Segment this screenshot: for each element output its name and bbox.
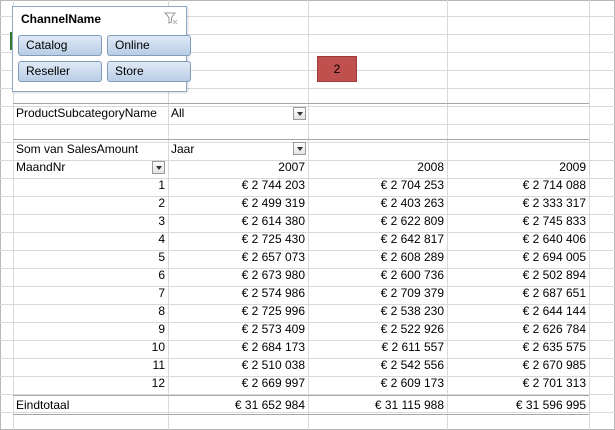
- clear-filter-icon[interactable]: [164, 11, 178, 25]
- sales-value: € 2 642 817: [380, 232, 444, 246]
- sales-value: € 2 510 038: [241, 358, 305, 372]
- sales-value: € 2 714 088: [522, 178, 586, 192]
- sales-value: € 2 626 784: [522, 322, 586, 336]
- report-filter-field: ProductSubcategoryName: [16, 106, 157, 120]
- month-number: 6: [158, 268, 165, 282]
- marker-box: 2: [317, 56, 357, 82]
- channel-slicer[interactable]: ChannelName Catalog Online Reseller Stor…: [12, 6, 191, 92]
- month-number: 8: [158, 304, 165, 318]
- month-number: 1: [158, 178, 165, 192]
- sales-value: € 2 403 263: [380, 196, 444, 210]
- slicer-item-catalog[interactable]: Catalog: [18, 35, 102, 56]
- sales-value: € 2 694 005: [522, 250, 586, 264]
- sales-value: € 2 522 926: [380, 322, 444, 336]
- sales-value: € 2 669 997: [241, 376, 305, 390]
- sales-value: € 2 709 379: [380, 286, 444, 300]
- sales-value: € 2 744 203: [241, 178, 305, 192]
- slicer-title: ChannelName: [21, 12, 102, 26]
- sales-value: € 2 614 380: [241, 214, 305, 228]
- month-number: 9: [158, 322, 165, 336]
- grand-total-value: € 31 596 995: [515, 398, 586, 412]
- month-number: 12: [151, 376, 165, 390]
- sales-value: € 2 704 253: [380, 178, 444, 192]
- sales-value: € 2 608 289: [380, 250, 444, 264]
- sales-value: € 2 611 557: [381, 340, 444, 354]
- sales-value: € 2 640 406: [522, 232, 586, 246]
- month-number: 7: [158, 286, 165, 300]
- slicer-item-reseller[interactable]: Reseller: [18, 61, 102, 82]
- sales-value: € 2 609 173: [380, 376, 444, 390]
- sales-value: € 2 622 809: [380, 214, 444, 228]
- slicer-item-online[interactable]: Online: [107, 35, 191, 56]
- sales-value: € 2 670 985: [522, 358, 586, 372]
- sales-value: € 2 542 556: [380, 358, 444, 372]
- year-header: 2007: [278, 160, 305, 174]
- month-number: 4: [158, 232, 165, 246]
- month-number: 11: [152, 358, 165, 372]
- sales-value: € 2 333 317: [522, 196, 586, 210]
- sales-value: € 2 644 144: [522, 304, 586, 318]
- sales-value: € 2 673 980: [241, 268, 305, 282]
- month-number: 2: [158, 196, 165, 210]
- sales-value: € 2 499 319: [241, 196, 305, 210]
- sales-value: € 2 725 996: [241, 304, 305, 318]
- sales-value: € 2 745 833: [522, 214, 586, 228]
- month-number: 3: [158, 214, 165, 228]
- sales-value: € 2 635 575: [522, 340, 586, 354]
- sales-value: € 2 657 073: [241, 250, 305, 264]
- sales-value: € 2 573 409: [241, 322, 305, 336]
- pivot-bottom-border: [13, 414, 589, 415]
- column-field-label: Jaar: [171, 142, 195, 156]
- sales-value: € 2 701 313: [522, 376, 586, 390]
- sales-value: € 2 684 173: [241, 340, 305, 354]
- month-number: 10: [151, 340, 165, 354]
- month-number: 5: [158, 250, 165, 264]
- grand-total-value: € 31 652 984: [234, 398, 305, 412]
- sales-value: € 2 725 430: [241, 232, 305, 246]
- sales-value: € 2 574 986: [241, 286, 305, 300]
- report-filter-dropdown[interactable]: [293, 107, 306, 120]
- row-field-dropdown[interactable]: [152, 161, 165, 174]
- sales-value: € 2 687 651: [522, 286, 586, 300]
- sales-value: € 2 538 230: [380, 304, 444, 318]
- year-header: 2008: [417, 160, 444, 174]
- column-field-dropdown[interactable]: [293, 142, 306, 155]
- grand-total-label: Eindtotaal: [16, 398, 70, 412]
- gridline: [589, 0, 590, 430]
- report-filter-value: All: [171, 106, 185, 120]
- slicer-item-store[interactable]: Store: [107, 61, 191, 82]
- grand-total-value: € 31 115 988: [374, 398, 444, 412]
- year-header: 2009: [559, 160, 586, 174]
- sales-value: € 2 502 894: [522, 268, 586, 282]
- sales-value: € 2 600 736: [380, 268, 444, 282]
- values-label: Som van SalesAmount: [16, 142, 139, 156]
- row-field-label: MaandNr: [16, 160, 66, 174]
- gridline: [0, 124, 615, 125]
